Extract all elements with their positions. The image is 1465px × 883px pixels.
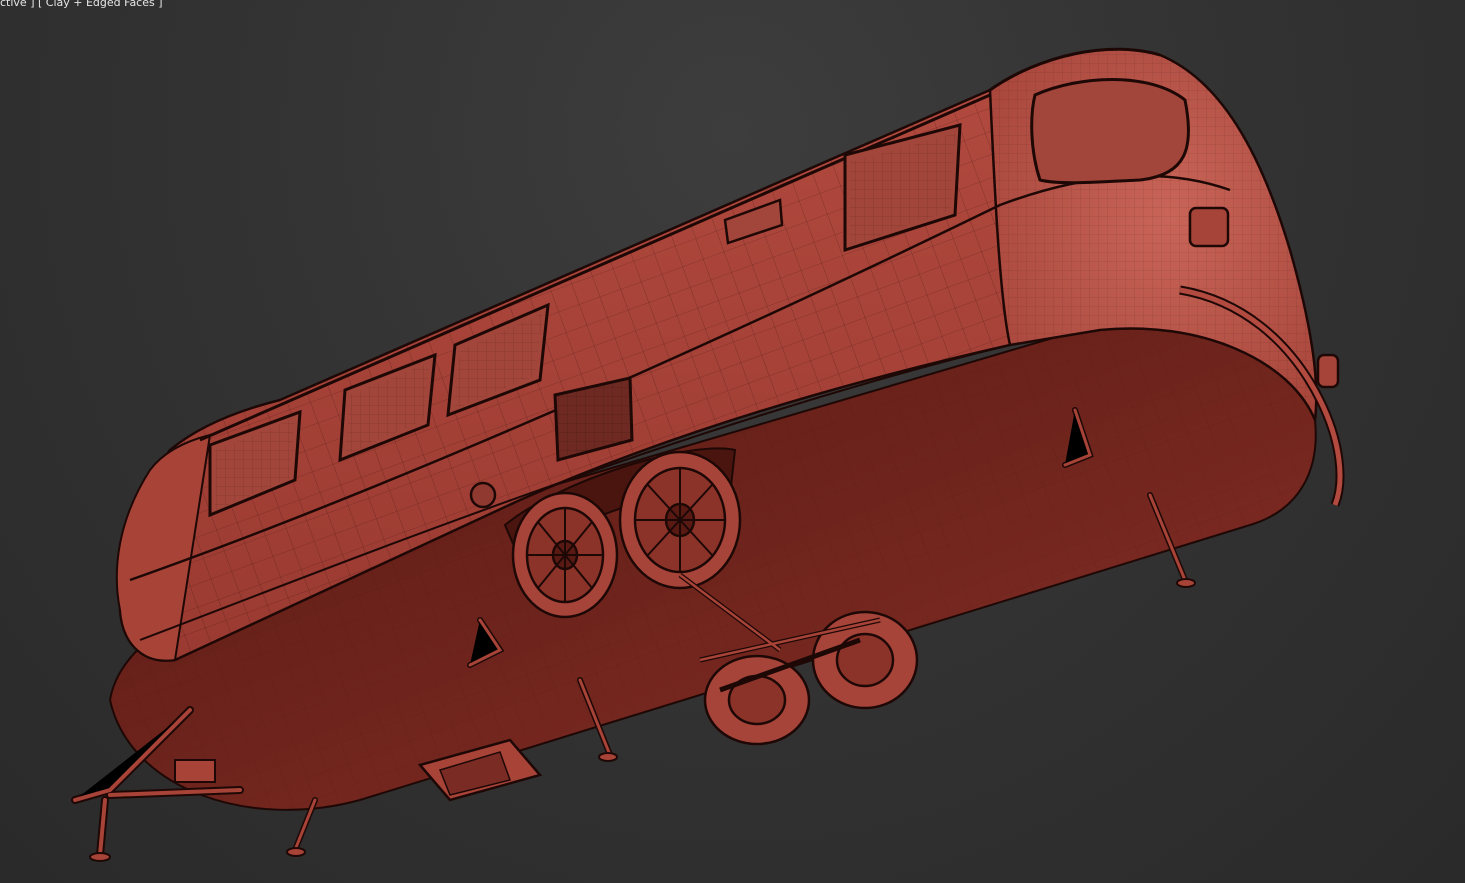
trailer-model xyxy=(71,47,1345,862)
tail-light xyxy=(1188,206,1230,248)
spare-wheel-rear xyxy=(511,491,619,619)
jack-foot-icon xyxy=(89,852,111,862)
3d-viewport[interactable]: ctive ] [ Clay + Edged Faces ] xyxy=(0,0,1465,883)
filler-cap xyxy=(469,481,497,509)
spare-wheel-front xyxy=(618,450,742,590)
